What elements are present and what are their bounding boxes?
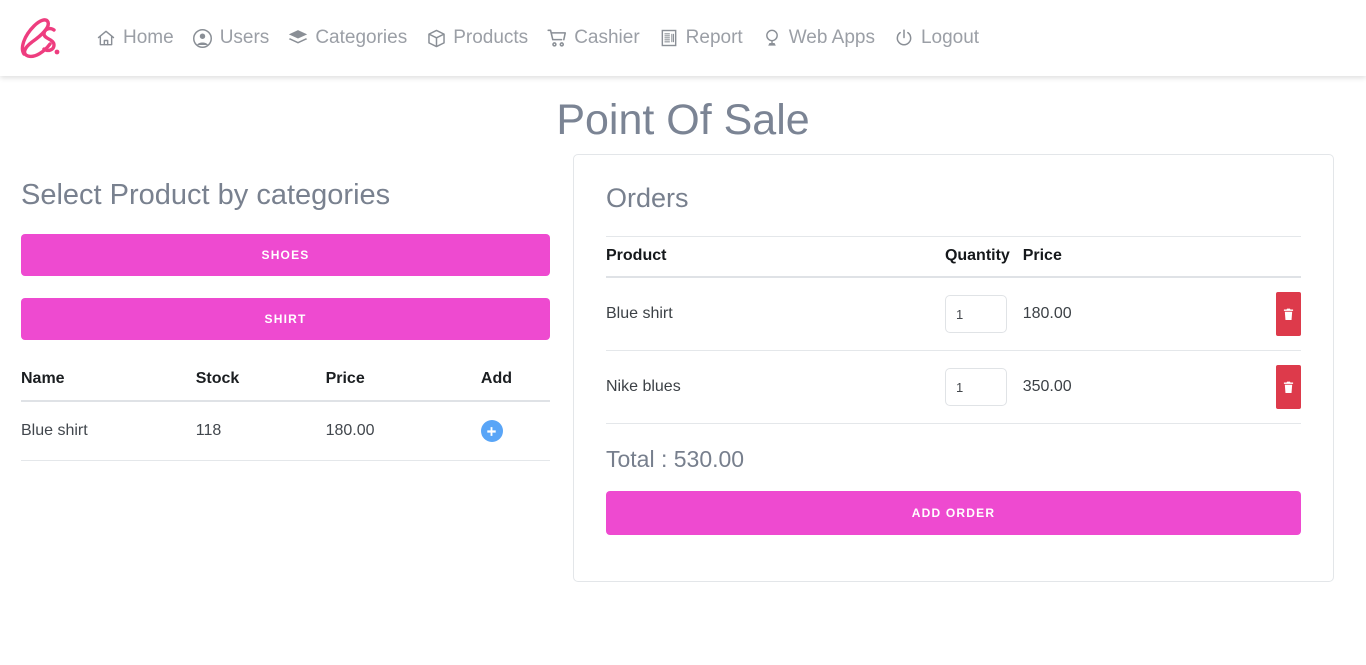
orders-col-price: Price — [1022, 236, 1270, 278]
document-lines-icon — [658, 27, 680, 49]
orders-panel: Orders Product Quantity Price Blue shirt — [572, 145, 1366, 582]
nav-label-logout: Logout — [920, 27, 980, 48]
plus-icon — [486, 426, 497, 437]
main-content: Select Product by categories SHOES SHIRT… — [0, 145, 1366, 582]
table-row: Nike blues 350.00 — [606, 350, 1301, 424]
orders-title: Orders — [606, 183, 689, 213]
nav-item-home[interactable]: Home — [86, 23, 183, 53]
order-actions-cell — [1269, 277, 1301, 351]
product-table: Name Stock Price Add Blue shirt 118 180.… — [21, 362, 550, 461]
orders-col-actions — [1269, 236, 1301, 278]
logo-dot — [54, 49, 60, 55]
nav-label-categories: Categories — [315, 27, 408, 48]
nav-item-report[interactable]: Report — [649, 23, 752, 53]
nav-label-products: Products — [453, 27, 529, 48]
category-button-shirt[interactable]: SHIRT — [21, 298, 550, 340]
product-col-add: Add — [480, 362, 550, 402]
product-selection-panel: Select Product by categories SHOES SHIRT… — [0, 145, 572, 461]
add-to-order-button[interactable] — [480, 420, 503, 442]
order-quantity-cell — [944, 350, 1023, 424]
nav-item-cashier[interactable]: Cashier — [537, 23, 648, 53]
trash-icon — [1283, 381, 1294, 394]
product-col-name: Name — [21, 362, 196, 402]
ls-logo-icon — [19, 16, 60, 60]
nav-links: Home Users Categories Products Cashier R… — [86, 23, 988, 53]
nav-label-cashier: Cashier — [574, 27, 640, 48]
trash-icon — [1283, 308, 1294, 321]
box-icon — [425, 27, 447, 49]
nav-item-categories[interactable]: Categories — [278, 23, 416, 53]
nav-label-web-apps: Web Apps — [788, 27, 875, 48]
product-table-header-row: Name Stock Price Add — [21, 362, 550, 402]
quantity-stepper[interactable] — [944, 295, 1007, 333]
brand-logo[interactable] — [8, 5, 74, 71]
product-name-cell: Blue shirt — [21, 401, 196, 461]
product-add-cell — [480, 401, 550, 461]
order-product-cell: Nike blues — [606, 350, 945, 424]
order-actions-cell — [1269, 350, 1301, 424]
orders-col-quantity: Quantity — [944, 236, 1023, 278]
power-icon — [893, 27, 915, 49]
nav-item-products[interactable]: Products — [416, 23, 537, 53]
nav-label-home: Home — [123, 27, 174, 48]
add-order-button[interactable]: ADD ORDER — [606, 491, 1301, 535]
nav-item-users[interactable]: Users — [183, 23, 279, 53]
orders-card: Orders Product Quantity Price Blue shirt — [573, 154, 1334, 582]
home-icon — [95, 27, 117, 49]
user-circle-icon — [192, 27, 214, 49]
desk-lamp-icon — [761, 27, 783, 49]
select-product-heading: Select Product by categories — [21, 179, 391, 211]
product-col-price: Price — [325, 362, 481, 402]
page-title: Point Of Sale — [556, 96, 810, 144]
order-total: Total : 530.00 — [606, 446, 745, 472]
delete-order-row-button[interactable] — [1276, 365, 1301, 409]
layers-icon — [287, 27, 309, 49]
category-button-shoes[interactable]: SHOES — [21, 234, 550, 276]
orders-col-product: Product — [606, 236, 945, 278]
nav-item-web-apps[interactable]: Web Apps — [752, 23, 884, 53]
order-price-cell: 180.00 — [1022, 277, 1270, 351]
product-stock-cell: 118 — [195, 401, 326, 461]
product-price-cell: 180.00 — [325, 401, 481, 461]
table-row: Blue shirt 118 180.00 — [21, 401, 550, 461]
orders-table-header-row: Product Quantity Price — [606, 236, 1301, 278]
top-navbar: Home Users Categories Products Cashier R… — [0, 0, 1366, 76]
quantity-stepper[interactable] — [944, 368, 1007, 406]
product-col-stock: Stock — [195, 362, 326, 402]
orders-table: Product Quantity Price Blue shirt 180.00 — [606, 236, 1301, 424]
table-row: Blue shirt 180.00 — [606, 277, 1301, 351]
order-product-cell: Blue shirt — [606, 277, 945, 351]
nav-label-users: Users — [219, 27, 270, 48]
nav-item-logout[interactable]: Logout — [884, 23, 988, 53]
shopping-cart-icon — [546, 27, 568, 49]
delete-order-row-button[interactable] — [1276, 292, 1301, 336]
order-quantity-cell — [944, 277, 1023, 351]
nav-label-report: Report — [685, 27, 743, 48]
order-price-cell: 350.00 — [1022, 350, 1270, 424]
